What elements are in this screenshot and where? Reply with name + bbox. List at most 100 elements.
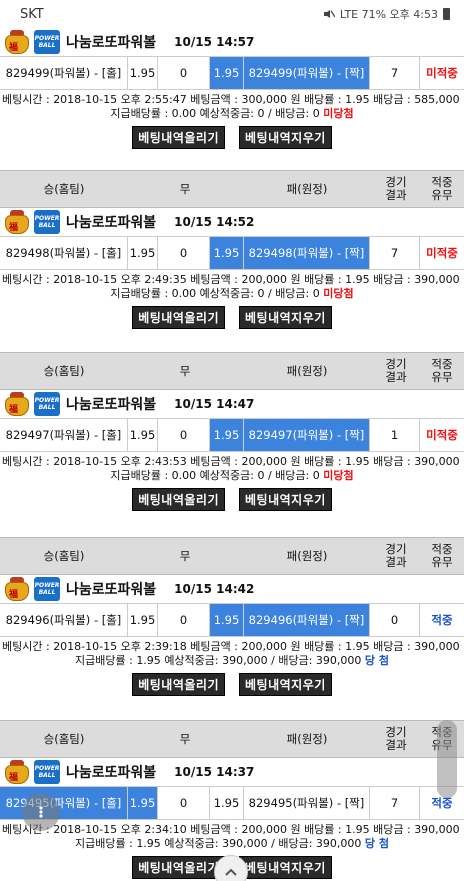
info-text: 베팅시간 : [2, 93, 50, 106]
bet-value-home: 829497(파워볼) - [홀] [5, 428, 122, 442]
powerball-icon: POWER BALL [34, 30, 60, 54]
bet-cell-draw[interactable]: 0 [158, 419, 210, 451]
info-text: 지급배당률 : [110, 469, 169, 482]
delete-bet-button[interactable]: 베팅내역지우기 [239, 488, 332, 511]
info-text: 1.95 [345, 93, 370, 106]
status-bar: SKT LTE 71% 오후 4:53 [0, 0, 464, 28]
bet-cell-away-odds[interactable]: 1.95 [210, 57, 244, 89]
bet-cell-draw[interactable]: 0 [158, 57, 210, 89]
info-text: 1.95 [345, 273, 370, 286]
bet-cell-home-odds[interactable]: 1.95 [128, 787, 158, 819]
powerball-icon-top: POWER [34, 215, 60, 222]
bet-cell-draw[interactable]: 0 [158, 787, 210, 819]
header-home-label: 승(홈팀) [43, 731, 85, 746]
bet-cell-status: 미적중 [420, 57, 464, 89]
info-text: 1.95 [345, 640, 370, 653]
bet-cell-away-odds[interactable]: 1.95 [210, 604, 244, 636]
bet-value-away-odds: 1.95 [213, 613, 240, 627]
bet-cell-home[interactable]: 829499(파워볼) - [홀] [0, 57, 128, 89]
game-time: 10/15 14:57 [174, 35, 255, 49]
bet-value-home-odds: 1.95 [129, 428, 156, 442]
bet-value-draw: 0 [179, 613, 188, 627]
bet-cell-away[interactable]: 829499(파워볼) - [짝] [244, 57, 370, 89]
bet-value-result: 7 [390, 66, 399, 80]
mute-icon [323, 9, 336, 19]
upload-bet-button[interactable]: 베팅내역올리기 [132, 306, 225, 329]
scrollbar-thumb[interactable] [437, 720, 457, 798]
fortune-bag-char: 福 [9, 223, 19, 233]
outcome-label: 미당첨 [323, 107, 354, 120]
upload-bet-button[interactable]: 베팅내역올리기 [132, 126, 225, 149]
bet-cell-away[interactable]: 829498(파워볼) - [짝] [244, 237, 370, 269]
game-name: 나눔로또파워볼 [66, 215, 157, 231]
info-text: 배당률 : [304, 455, 342, 468]
bet-cell-away[interactable]: 829495(파워볼) - [짝] [244, 787, 370, 819]
info-text: 베팅금액 : [190, 273, 238, 286]
bet-cell-home-odds[interactable]: 1.95 [128, 604, 158, 636]
scroll-top-button[interactable] [214, 855, 248, 881]
info-text: 베팅시간 : [2, 455, 50, 468]
bet-value-draw: 0 [179, 428, 188, 442]
game-time: 10/15 14:42 [174, 582, 255, 596]
payout-info-line: 지급배당률 : 1.95 예상적중금: 390,000 / 배당금: 390,0… [75, 837, 389, 850]
info-text: 200,000 원 [241, 640, 301, 653]
bet-cell-home[interactable]: 829497(파워볼) - [홀] [0, 419, 128, 451]
bet-value-away: 829495(파워볼) - [짝] [248, 796, 365, 810]
table-header: 승(홈팀) 무 패(원정) 경기결과적중유무 [0, 352, 464, 390]
status-icons: LTE 71% 오후 4:53 [323, 6, 450, 22]
powerball-icon-bottom: BALL [38, 772, 56, 779]
info-text: 배당금: [278, 654, 313, 667]
fortune-bag-char: 福 [9, 43, 19, 53]
info-text: 배당률 : [304, 273, 342, 286]
info-text: 지급배당률 : [75, 654, 133, 667]
bet-cell-draw[interactable]: 0 [158, 237, 210, 269]
info-text: 배당률 : [304, 823, 342, 836]
bet-value-home-odds: 1.95 [129, 246, 156, 260]
upload-bet-button[interactable]: 베팅내역올리기 [132, 673, 225, 696]
powerball-icon-top: POWER [34, 765, 60, 772]
upload-bet-button[interactable]: 베팅내역올리기 [132, 488, 225, 511]
delete-bet-button[interactable]: 베팅내역지우기 [239, 856, 332, 879]
header-hit-label: 유무 [431, 555, 453, 569]
bet-cell-home-odds[interactable]: 1.95 [128, 237, 158, 269]
bet-cell-away[interactable]: 829496(파워볼) - [짝] [244, 604, 370, 636]
bet-cell-away-odds[interactable]: 1.95 [210, 237, 244, 269]
info-text: 0.00 [171, 287, 197, 300]
info-text: 1.95 [345, 455, 370, 468]
bet-cell-home[interactable]: 829498(파워볼) - [홀] [0, 237, 128, 269]
bet-cell-result: 7 [370, 237, 420, 269]
info-text: 390,000 [414, 455, 460, 468]
bet-value-result: 1 [390, 428, 399, 442]
bet-cell-away-odds[interactable]: 1.95 [210, 419, 244, 451]
bet-cell-home[interactable]: 829495(파워볼) - [홀] [0, 787, 128, 819]
bet-info-line: 베팅시간 : 2018-10-15 오후 2:34:10 베팅금액 : 200,… [0, 822, 464, 837]
info-text: 300,000 원 [241, 93, 301, 106]
delete-bet-button[interactable]: 베팅내역지우기 [239, 673, 332, 696]
bet-value-status: 적중 [431, 613, 453, 627]
bet-cell-home-odds[interactable]: 1.95 [128, 57, 158, 89]
bet-cell-away-odds[interactable]: 1.95 [210, 787, 244, 819]
bet-cell-draw[interactable]: 0 [158, 604, 210, 636]
bet-cell-home-odds[interactable]: 1.95 [128, 419, 158, 451]
header-home: 승(홈팀) [0, 182, 128, 196]
delete-bet-button[interactable]: 베팅내역지우기 [239, 306, 332, 329]
bet-cell-home[interactable]: 829496(파워볼) - [홀] [0, 604, 128, 636]
header-result: 경기 결과 [372, 726, 420, 752]
header-result: 경기 결과 [372, 176, 420, 202]
info-text: 배당률 : [304, 640, 342, 653]
bet-value-home: 829499(파워볼) - [홀] [5, 66, 122, 80]
powerball-icon: POWER BALL [34, 210, 60, 234]
floating-menu-button[interactable] [22, 793, 60, 831]
bet-info-line: 베팅시간 : 2018-10-15 오후 2:39:18 베팅금액 : 200,… [0, 639, 464, 654]
header-draw: 무 [128, 549, 242, 563]
bet-cell-status: 적중 [420, 604, 464, 636]
upload-bet-button[interactable]: 베팅내역올리기 [132, 856, 225, 879]
info-text: 배당금: [275, 469, 310, 482]
game-name: 나눔로또파워볼 [66, 397, 157, 413]
bet-cell-away[interactable]: 829497(파워볼) - [짝] [244, 419, 370, 451]
powerball-icon-top: POWER [34, 35, 60, 42]
bet-block: 福 POWER BALL 나눔로또파워볼 10/15 14:57 829499(파워볼) … [0, 28, 464, 149]
header-draw: 무 [128, 732, 242, 746]
payout-info-line: 지급배당률 : 1.95 예상적중금: 390,000 / 배당금: 390,0… [75, 654, 389, 667]
delete-bet-button[interactable]: 베팅내역지우기 [239, 126, 332, 149]
